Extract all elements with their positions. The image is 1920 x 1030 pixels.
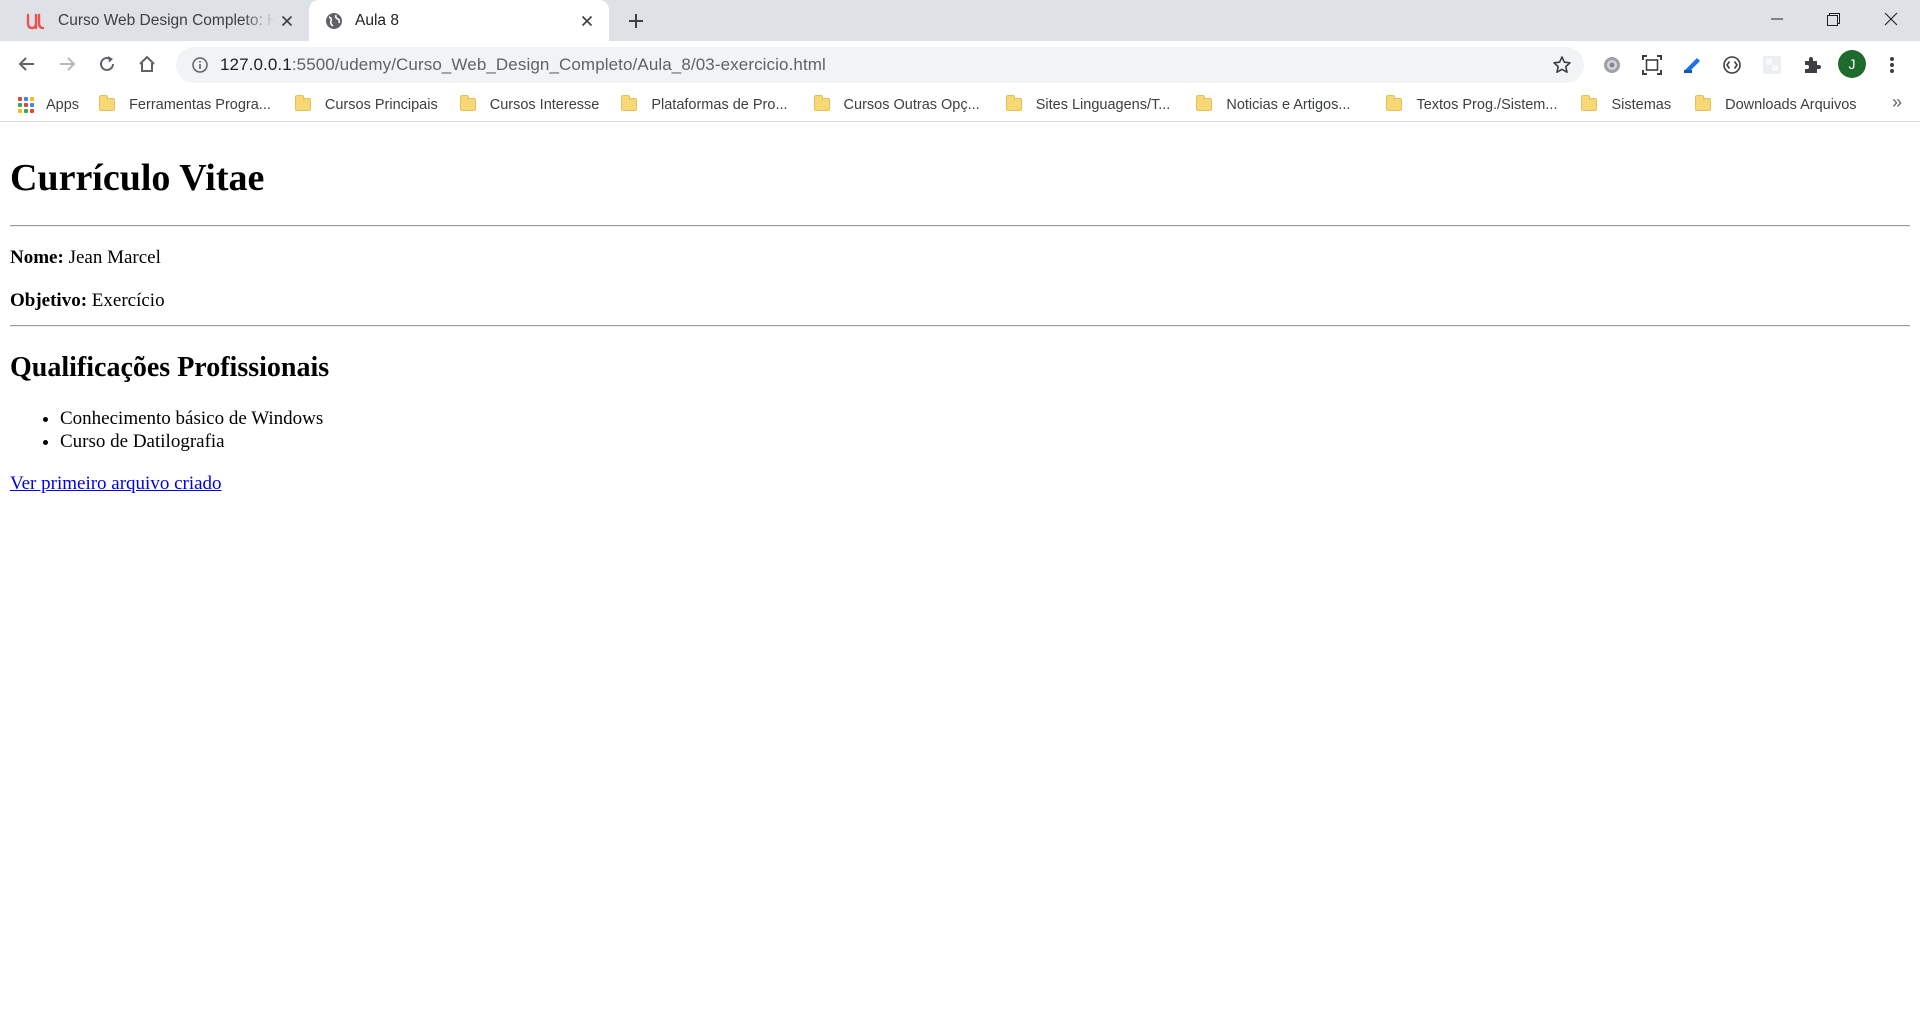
section-title: Qualificações Profissionais (10, 352, 330, 384)
bookmark-label: Apps (46, 96, 80, 113)
extension-blue-icon[interactable] (1678, 51, 1706, 79)
folder-icon (99, 95, 116, 111)
bookmark-folder[interactable]: Ferramentas Progra... (99, 91, 271, 119)
extension-placeholder-icon[interactable] (1758, 51, 1786, 79)
bookmark-label: Textos Prog./Sistem... (1416, 96, 1558, 113)
bookmark-folder[interactable]: Cursos Outras Opç... (813, 91, 980, 119)
nome-line: Nome: Jean Marcel (10, 247, 1910, 269)
bookmark-label: Sistemas (1611, 96, 1672, 113)
bookmarks-bar: Apps Ferramentas Progra... Cursos Princi… (0, 88, 1920, 122)
first-file-link[interactable]: Ver primeiro arquivo criado (10, 473, 222, 495)
page-title: Currículo Vitae (10, 157, 265, 199)
site-info-icon[interactable] (180, 47, 220, 83)
menu-kebab-icon[interactable] (1878, 51, 1906, 79)
restore-button[interactable] (1805, 0, 1862, 38)
profile-avatar[interactable]: J (1838, 50, 1866, 78)
bookmark-folder[interactable]: Cursos Interesse (459, 91, 600, 119)
tab-aula-8[interactable]: Aula 8 (309, 0, 609, 41)
back-button[interactable] (10, 47, 44, 81)
nome-value: Jean Marcel (63, 246, 161, 268)
apps-grid-icon (18, 96, 34, 113)
bookmark-folder[interactable]: Sistemas (1581, 91, 1671, 119)
folder-icon (1386, 95, 1403, 111)
close-tab-icon[interactable] (575, 9, 599, 33)
tab-title: Aula 8 (355, 11, 399, 29)
folder-icon (1005, 95, 1022, 111)
bookmark-label: Plataformas de Pro... (651, 96, 788, 113)
home-button[interactable] (130, 47, 164, 81)
browser-toolbar: 127.0.0.1:5500/udemy/Curso_Web_Design_Co… (0, 41, 1920, 88)
bookmark-label: Cursos Interesse (489, 96, 600, 113)
bookmarks-overflow-button[interactable]: » (1892, 92, 1902, 113)
folder-icon (813, 95, 830, 111)
bookmark-folder[interactable]: Plataformas de Pro... (621, 91, 788, 119)
bookmark-folder[interactable]: Sites Linguagens/T... (1005, 91, 1171, 119)
divider (10, 224, 1910, 227)
screen-capture-icon[interactable] (1638, 51, 1666, 79)
folder-icon (294, 95, 311, 111)
objetivo-value: Exercício (87, 289, 165, 311)
bookmark-label: Downloads Arquivos (1725, 96, 1857, 113)
bookmark-label: Ferramentas Progra... (129, 96, 271, 113)
bookmark-apps[interactable]: Apps (18, 91, 79, 119)
bookmark-folder[interactable]: Textos Prog./Sistem... (1386, 91, 1557, 119)
bookmark-label: Noticias e Artigos... (1226, 96, 1351, 113)
bookmark-label: Cursos Outras Opç... (843, 96, 980, 113)
bookmark-folder[interactable]: Downloads Arquivos (1695, 91, 1857, 119)
objetivo-line: Objetivo: Exercício (10, 290, 1910, 312)
extension-code-icon[interactable] (1718, 51, 1746, 79)
bookmark-label: Cursos Principais (324, 96, 438, 113)
bookmark-folder[interactable]: Noticias e Artigos... (1196, 91, 1350, 119)
folder-icon (1196, 95, 1213, 111)
objetivo-label: Objetivo: (10, 289, 88, 311)
list-item: Curso de Datilografia (60, 430, 1910, 453)
extension-gear-icon[interactable] (1598, 51, 1626, 79)
address-bar[interactable]: 127.0.0.1:5500/udemy/Curso_Web_Design_Co… (176, 47, 1584, 83)
tab-strip: Curso Web Design Completo: HTML5, CSS3, … (0, 0, 1920, 41)
list-item: Conhecimento básico de Windows (60, 407, 1910, 430)
close-window-button[interactable] (1862, 0, 1919, 38)
bookmark-label: Sites Linguagens/T... (1035, 96, 1171, 113)
nome-label: Nome: (10, 246, 64, 268)
new-tab-button[interactable] (622, 7, 650, 35)
folder-icon (1695, 95, 1712, 111)
url-path: :5500/udemy/Curso_Web_Design_Completo/Au… (291, 55, 826, 74)
folder-icon (459, 95, 476, 111)
forward-button[interactable] (50, 47, 84, 81)
tab-udemy[interactable]: Curso Web Design Completo: HTML5, CSS3, … (14, 0, 309, 41)
globe-icon (325, 12, 343, 30)
bookmark-folder[interactable]: Cursos Principais (294, 91, 438, 119)
folder-icon (621, 95, 638, 111)
url-text[interactable]: 127.0.0.1:5500/udemy/Curso_Web_Design_Co… (220, 55, 826, 75)
page-content: Currículo Vitae Nome: Jean Marcel Objeti… (0, 123, 1920, 1030)
reload-button[interactable] (90, 47, 124, 81)
udemy-icon (26, 11, 46, 31)
minimize-button[interactable] (1748, 0, 1805, 38)
tab-title: Curso Web Design Completo: HTML5, CSS3, … (58, 11, 275, 29)
folder-icon (1581, 95, 1598, 111)
url-host: 127.0.0.1 (220, 55, 292, 74)
extensions-puzzle-icon[interactable] (1798, 51, 1826, 79)
qualifications-list: Conhecimento básico de Windows Curso de … (10, 407, 1910, 453)
bookmark-star-icon[interactable] (1550, 53, 1574, 77)
close-tab-icon[interactable] (275, 9, 299, 33)
divider (10, 325, 1910, 328)
